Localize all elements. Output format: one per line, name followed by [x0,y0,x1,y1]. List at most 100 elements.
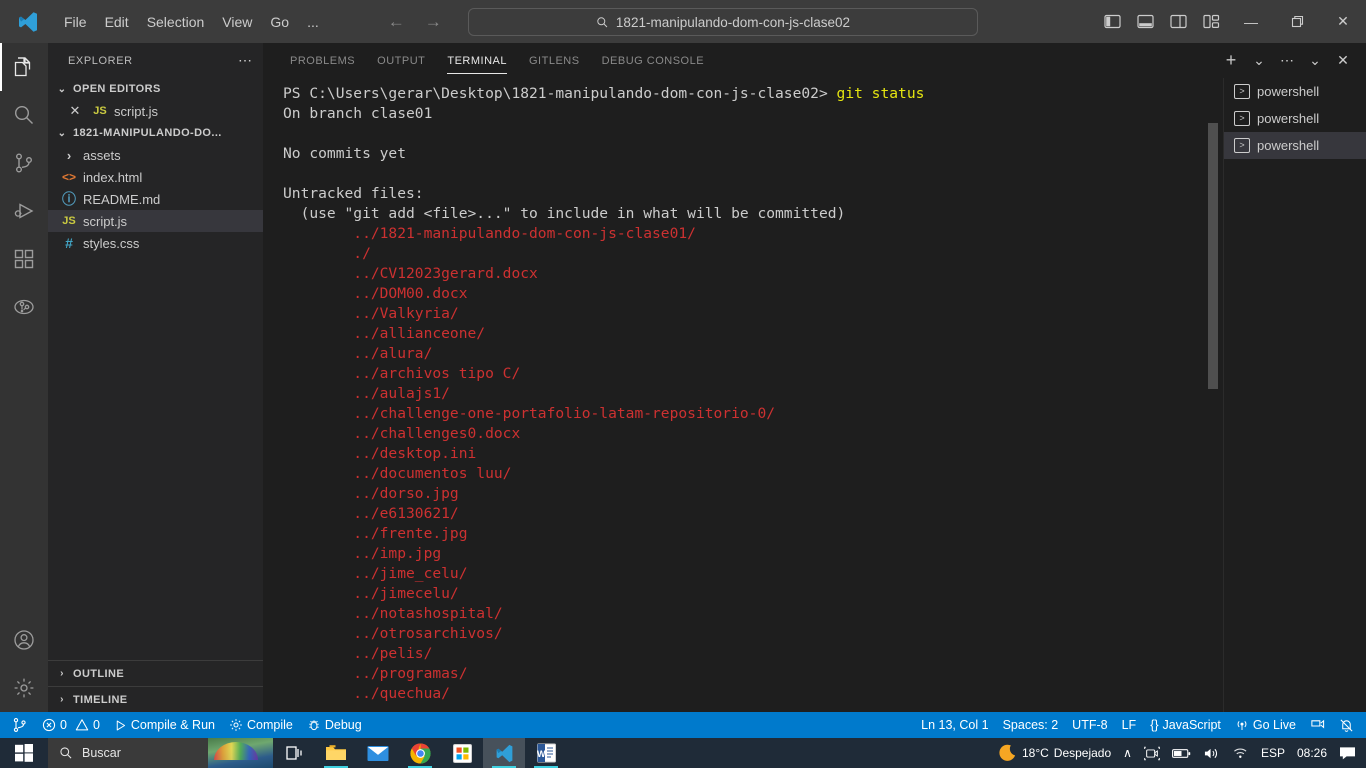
chevron-right-icon: › [60,694,64,705]
tree-item-readme-md[interactable]: ⓘ README.md [48,188,263,210]
clock[interactable]: 08:26 [1291,738,1333,768]
explorer-more-actions-icon[interactable]: ⋯ [238,52,253,69]
status-compile-and-run[interactable]: Compile & Run [107,712,222,738]
tree-item-script-js[interactable]: JS script.js [48,210,263,232]
activitybar-explorer-icon[interactable] [0,43,48,91]
menu-view[interactable]: View [213,10,261,34]
close-icon[interactable]: ✕ [64,103,86,119]
panel-tab-bar: PROBLEMS OUTPUT TERMINAL GITLENS DEBUG C… [263,43,1366,78]
panel-views-more-icon[interactable]: ⋯ [1274,48,1300,74]
vscode-logo-icon [0,0,55,43]
terminal-output[interactable]: PS C:\Users\gerar\Desktop\1821-manipulan… [263,78,1223,712]
status-compile[interactable]: Compile [222,712,300,738]
weather-widget[interactable]: 18°C Despejado [992,738,1117,768]
show-hidden-icons-button[interactable]: ∧ [1117,738,1138,768]
minimize-button[interactable]: — [1228,0,1274,43]
new-terminal-dropdown-icon[interactable]: ⌄ [1246,48,1272,74]
command-center[interactable]: 1821-manipulando-dom-con-js-clase02 [468,8,978,36]
microsoft-store-icon[interactable] [441,738,483,768]
close-panel-icon[interactable]: ✕ [1330,48,1356,74]
toggle-panel-icon[interactable] [1129,0,1162,43]
word-icon[interactable]: W [525,738,567,768]
tab-debug-console[interactable]: DEBUG CONSOLE [591,43,715,78]
terminal-branch-line: On branch clase01 [283,105,433,122]
status-language-mode[interactable]: {} JavaScript [1143,712,1228,738]
go-live-label: Go Live [1252,718,1296,732]
status-problems[interactable]: 0 0 [35,712,107,738]
project-folder-label: 1821-MANIPULANDO-DO... [73,127,222,139]
tree-item-styles-css[interactable]: # styles.css [48,232,263,254]
file-explorer-icon[interactable] [315,738,357,768]
terminal-tab-label: powershell [1257,138,1320,153]
camera-tray-icon[interactable] [1138,738,1166,768]
activitybar-run-and-debug-icon[interactable] [0,187,48,235]
close-button[interactable]: ✕ [1320,0,1366,43]
mail-icon[interactable] [357,738,399,768]
battery-tray-icon[interactable] [1166,738,1197,768]
tab-output[interactable]: OUTPUT [366,43,436,78]
status-debug[interactable]: Debug [300,712,369,738]
activitybar-extensions-icon[interactable] [0,235,48,283]
activitybar-settings-icon[interactable] [0,664,48,712]
toggle-primary-sidebar-icon[interactable] [1096,0,1129,43]
toggle-secondary-sidebar-icon[interactable] [1162,0,1195,43]
taskview-icon[interactable] [273,738,315,768]
wifi-tray-icon[interactable] [1226,738,1255,768]
panel-actions: + ⌄ ⋯ ⌄ ✕ [1218,43,1356,78]
remote-icon [13,718,26,732]
menu-selection[interactable]: Selection [138,10,214,34]
vscode-taskbar-icon[interactable] [483,738,525,768]
section-project-folder[interactable]: ⌄ 1821-MANIPULANDO-DO... [48,122,263,144]
tab-terminal[interactable]: TERMINAL [436,43,518,78]
maximize-button[interactable] [1274,0,1320,43]
menu-go[interactable]: Go [261,10,298,34]
terminal-tab-3[interactable]: > powershell [1224,132,1366,159]
status-remote-indicator[interactable] [0,712,35,738]
volume-tray-icon[interactable] [1197,738,1226,768]
chevron-down-icon: ⌄ [57,127,67,139]
terminal-tab-2[interactable]: > powershell [1224,105,1366,132]
back-arrow-icon[interactable]: ← [388,13,405,30]
chrome-icon[interactable] [399,738,441,768]
section-open-editors[interactable]: ⌄ OPEN EDITORS [48,78,263,100]
play-icon [116,720,125,730]
action-center-icon[interactable] [1333,738,1362,768]
tree-item-assets[interactable]: › assets [48,144,263,166]
menu-overflow[interactable]: ... [298,10,328,34]
markdown-file-icon: ⓘ [62,191,76,207]
status-notifications[interactable] [1332,712,1366,738]
forward-arrow-icon[interactable]: → [425,13,442,30]
customize-layout-icon[interactable] [1195,0,1228,43]
menu-file[interactable]: File [55,10,96,34]
new-terminal-button[interactable]: + [1218,48,1244,74]
activitybar-source-control-icon[interactable] [0,139,48,187]
open-editor-item-script-js[interactable]: ✕ JS script.js [48,100,263,122]
section-outline[interactable]: › OUTLINE [48,660,263,686]
activity-bar [0,43,48,712]
compile-label: Compile [246,718,293,732]
js-file-icon: JS [62,215,76,227]
terminal-tab-1[interactable]: > powershell [1224,78,1366,105]
status-go-live[interactable]: Go Live [1228,712,1303,738]
menu-edit[interactable]: Edit [96,10,138,34]
tab-problems[interactable]: PROBLEMS [279,43,366,78]
status-remote-window[interactable] [1303,712,1332,738]
activitybar-accounts-icon[interactable] [0,616,48,664]
status-indentation[interactable]: Spaces: 2 [996,712,1066,738]
activitybar-gitlens-icon[interactable] [0,283,48,331]
hide-panel-icon[interactable]: ⌄ [1302,48,1328,74]
status-encoding[interactable]: UTF-8 [1065,712,1114,738]
status-eol[interactable]: LF [1115,712,1144,738]
status-editor-position[interactable]: Ln 13, Col 1 [914,712,995,738]
weather-temp: 18°C [1021,746,1049,760]
language-indicator[interactable]: ESP [1255,738,1291,768]
start-button[interactable] [0,738,48,768]
terminal-scrollbar[interactable] [1208,123,1218,389]
tab-gitlens[interactable]: GITLENS [518,43,591,78]
tree-item-index-html[interactable]: <> index.html [48,166,263,188]
activitybar-search-icon[interactable] [0,91,48,139]
section-timeline[interactable]: › TIMELINE [48,686,263,712]
taskbar-search-input[interactable]: Buscar [48,738,273,768]
broadcast-icon [1237,720,1247,730]
js-file-icon: JS [93,105,107,117]
